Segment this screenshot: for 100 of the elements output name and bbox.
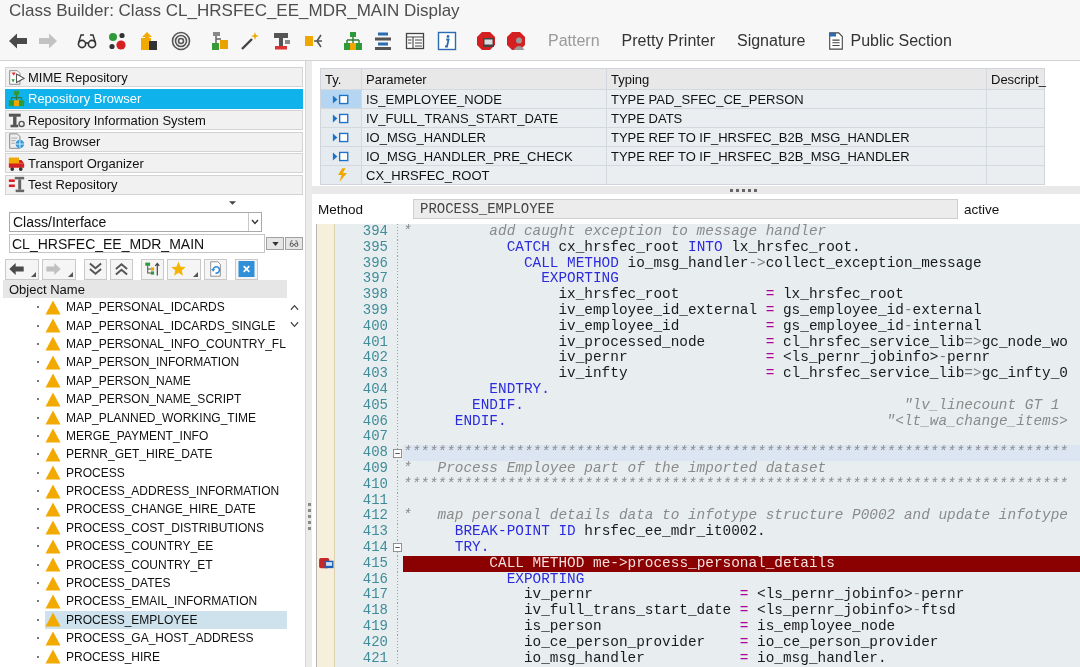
tree-item[interactable]: PROCESS_COST_DISTRIBUTIONS <box>45 518 287 538</box>
type-cell[interactable] <box>321 109 361 127</box>
type-cell[interactable] <box>321 90 361 108</box>
navigation-item[interactable]: Transport Organizer <box>5 153 303 173</box>
tree-item[interactable]: PROCESS_EMAIL_INFORMATION <box>45 592 287 611</box>
table-cell: TYPE REF TO IF_HRSFEC_B2B_MSG_HANDLER <box>606 147 986 165</box>
chevron-down-icon[interactable] <box>289 321 299 328</box>
tree-item[interactable]: MAP_PERSONAL_IDCARDS <box>45 298 287 317</box>
triangle-icon <box>45 649 61 665</box>
line-number: 421 <box>361 650 389 667</box>
tree-item[interactable]: PROCESS_COUNTRY_EE <box>45 537 287 556</box>
column-header: Ty. <box>324 70 343 89</box>
tree-item[interactable]: MAP_PERSON_INFORMATION <box>45 353 287 372</box>
tree-item[interactable]: PROCESS_DATES <box>45 573 287 593</box>
collapse-all-button[interactable] <box>110 258 133 280</box>
type-cell[interactable] <box>321 128 361 146</box>
table-cell: IO_MSG_HANDLER <box>361 128 606 146</box>
refresh-button[interactable] <box>204 258 227 280</box>
code-line: is_person = is_employee_node <box>522 618 896 635</box>
grip-icon[interactable] <box>307 503 311 530</box>
back-arrow-icon[interactable] <box>8 31 28 51</box>
tree-item[interactable]: PROCESS_COUNTRY_ET <box>45 555 287 574</box>
tree-item[interactable]: MERGE_PAYMENT_INFO <box>45 426 287 446</box>
stacked-bars-icon[interactable] <box>373 31 393 51</box>
code-line: iv_full_trans_start_date = <ls_pernr_jobinfo>-ftsd <box>522 603 956 619</box>
type-cell[interactable] <box>321 166 361 184</box>
tree-item[interactable]: MAP_PERSON_NAME <box>45 371 287 390</box>
column-header: Object Name <box>3 280 287 298</box>
triangle-icon <box>45 391 61 407</box>
table-cell: IV_FULL_TRANS_START_DATE <box>361 109 606 127</box>
table-cell: TYPE DATS <box>606 109 986 127</box>
triangle-icon <box>45 336 61 352</box>
dropdown-button[interactable] <box>266 237 284 250</box>
star-icon <box>170 261 187 277</box>
code-line: io_ce_person_provider = io_ce_person_provider <box>522 634 939 651</box>
hierarchy-button[interactable] <box>141 258 164 280</box>
toolbar-button[interactable]: Signature <box>736 29 806 53</box>
line-number: 397 <box>361 271 389 288</box>
line-number: 412 <box>361 508 389 525</box>
arrow-square-icon <box>332 93 350 105</box>
corner-caret-icon <box>193 271 198 277</box>
expand-all-button[interactable] <box>84 258 107 280</box>
collapse-icon[interactable] <box>392 543 402 553</box>
code-line: * add caught exception to message handler <box>403 224 827 240</box>
tree-item[interactable]: MAP_PERSON_NAME_SCRIPT <box>45 389 287 409</box>
glasses-icon[interactable] <box>77 31 97 51</box>
tree-item[interactable]: PROCESS_GA_HOST_ADDRESS <box>45 629 287 648</box>
tree-item[interactable]: PROCESS_HIRE <box>45 647 287 666</box>
close-button[interactable] <box>235 258 258 280</box>
panel-layout-icon[interactable] <box>405 31 425 51</box>
tree-item[interactable]: PROCESS <box>45 463 287 482</box>
tree-item[interactable]: PROCESS_ADDRESS_INFORMATION <box>45 481 287 501</box>
tree-item[interactable]: MAP_PERSONAL_INFO_COUNTRY_FL <box>45 334 287 354</box>
triangle-icon <box>45 520 61 536</box>
type-cell[interactable] <box>321 147 361 165</box>
info-icon[interactable] <box>437 31 457 51</box>
object-type-dropdown[interactable]: Class/Interface <box>9 212 262 232</box>
toolbar-button[interactable]: Pretty Printer <box>621 29 715 53</box>
concentric-circles-icon[interactable] <box>171 31 191 51</box>
line-number: 405 <box>361 397 389 414</box>
code-line: iv_employee_id_external = gs_employee_id-external <box>557 303 982 319</box>
colored-dots-icon[interactable] <box>107 31 127 51</box>
tree-item[interactable]: MAP_PLANNED_WORKING_TIME <box>45 408 287 427</box>
status-text: active <box>964 201 1000 217</box>
magic-wand-icon[interactable] <box>240 31 260 51</box>
back-button[interactable] <box>5 258 39 280</box>
navigation-item[interactable]: Repository Information System <box>5 110 303 130</box>
chevron-up-icon[interactable] <box>289 304 299 311</box>
triangle-icon <box>45 428 61 444</box>
lightning-icon <box>335 168 347 182</box>
navigation-item[interactable]: Test Repository <box>5 174 303 195</box>
code-line: BREAK-POINT ID hrsfec_ee_mdr_it0002. <box>453 524 766 540</box>
back-arrow-icon <box>8 261 25 277</box>
splitter-handle-icon[interactable] <box>229 201 236 205</box>
display-button[interactable] <box>285 237 303 250</box>
chevron-down-icon <box>248 213 261 231</box>
code-line: io_msg_handler = io_msg_handler. <box>522 650 887 667</box>
hierarchy-icon[interactable] <box>343 31 363 51</box>
object-name-field[interactable]: CL_HRSFEC_EE_MDR_MAIN <box>9 234 265 253</box>
document-globe-icon <box>8 133 25 150</box>
toolbar-button[interactable]: Public Section <box>827 29 952 53</box>
line-number: 396 <box>361 255 389 272</box>
node-squares-icon[interactable] <box>210 31 230 51</box>
breakpoint-icon[interactable] <box>318 557 334 571</box>
tree-item[interactable]: PERNR_GET_HIRE_DATE <box>45 445 287 464</box>
grip-icon[interactable] <box>730 188 757 192</box>
stop-sign-user-icon[interactable] <box>506 31 526 51</box>
code-line: * map personal details data to infotype structure P0002 and update infotype <box>403 508 1068 524</box>
triangle-icon <box>45 502 61 517</box>
stop-sign-monitor-icon[interactable] <box>476 31 496 51</box>
tree-item[interactable]: PROCESS_EMPLOYEE <box>45 610 287 630</box>
stamp-icon[interactable] <box>272 31 292 51</box>
collapse-icon[interactable] <box>392 448 402 458</box>
navigation-item[interactable]: MIME Repository <box>5 67 303 87</box>
tree-item[interactable]: MAP_PERSONAL_IDCARDS_SINGLE <box>45 316 287 335</box>
box-arrow-icon[interactable] <box>139 31 159 51</box>
tree-item[interactable]: PROCESS_CHANGE_HIRE_DATE <box>45 500 287 519</box>
line-number: 408 <box>361 445 389 461</box>
line-number: 402 <box>361 350 389 367</box>
navigation-item[interactable]: Tag Browser <box>5 131 303 152</box>
